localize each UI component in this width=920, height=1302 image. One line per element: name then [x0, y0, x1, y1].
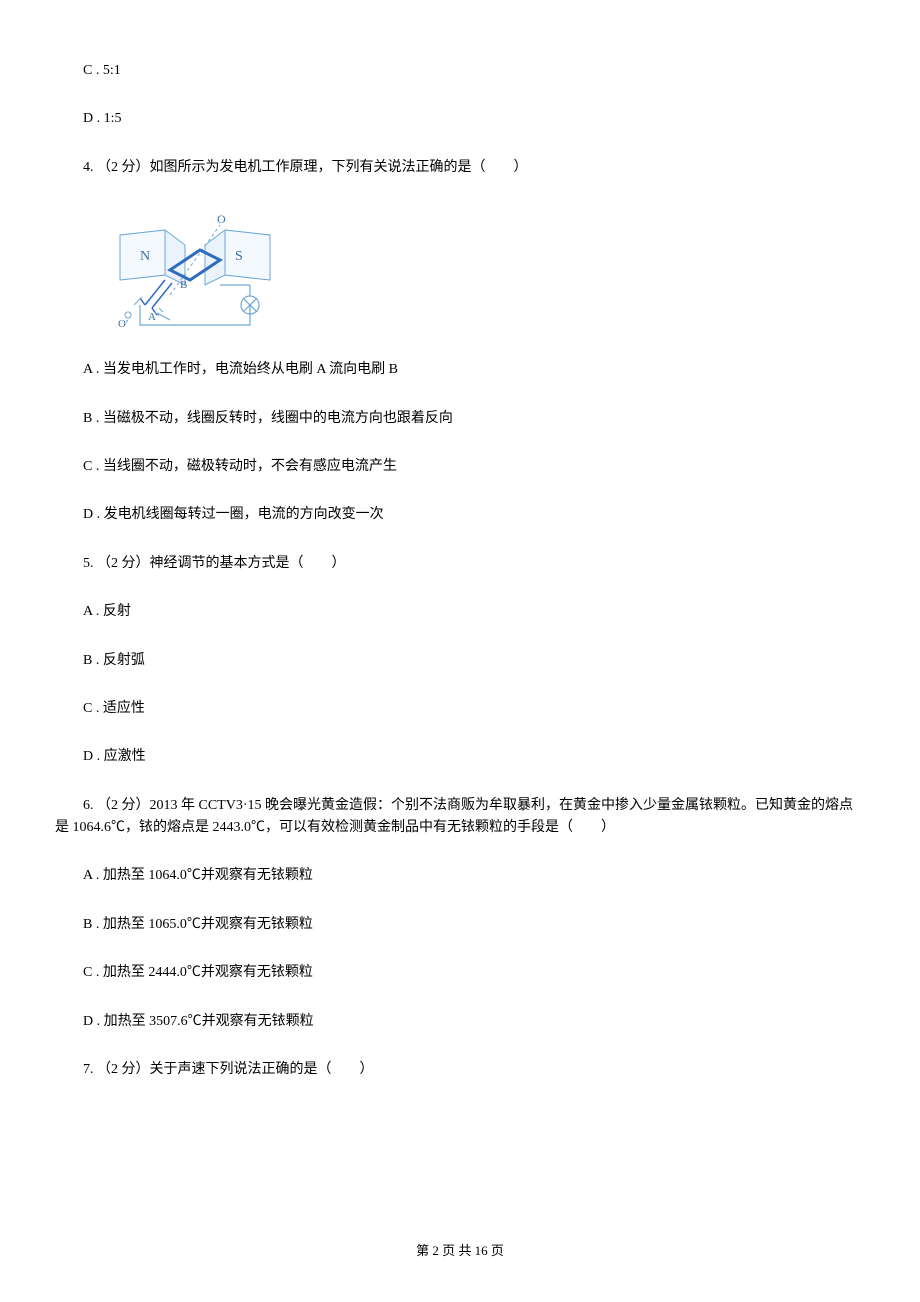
q5-option-a: A . 反射: [55, 601, 865, 623]
q4-option-d: D . 发电机线圈每转过一圈，电流的方向改变一次: [55, 504, 865, 526]
q5-option-b: B . 反射弧: [55, 650, 865, 672]
q6-option-d: D . 加热至 3507.6℃并观察有无铱颗粒: [55, 1011, 865, 1033]
q3-option-c: C . 5:1: [55, 60, 865, 82]
figure-label-n: N: [140, 249, 150, 264]
figure-label-o-bottom: O': [118, 318, 128, 330]
figure-label-a: A: [148, 311, 156, 323]
figure-label-o-top: O: [217, 212, 226, 226]
q4-stem: 4. （2 分）如图所示为发电机工作原理，下列有关说法正确的是（ ）: [55, 157, 865, 179]
q3-option-d: D . 1:5: [55, 108, 865, 130]
q6-option-a: A . 加热至 1064.0℃并观察有无铱颗粒: [55, 865, 865, 887]
q7-stem: 7. （2 分）关于声速下列说法正确的是（ ）: [55, 1059, 865, 1081]
figure-label-s: S: [235, 249, 243, 264]
q4-option-a: A . 当发电机工作时，电流始终从电刷 A 流向电刷 B: [55, 359, 865, 381]
q5-option-c: C . 适应性: [55, 698, 865, 720]
page-container: C . 5:1 D . 1:5 4. （2 分）如图所示为发电机工作原理，下列有…: [0, 0, 920, 1302]
figure-label-b: B: [180, 279, 187, 291]
q5-stem: 5. （2 分）神经调节的基本方式是（ ）: [55, 553, 865, 575]
page-footer: 第 2 页 共 16 页: [0, 1241, 920, 1262]
q4-option-c: C . 当线圈不动，磁极转动时，不会有感应电流产生: [55, 456, 865, 478]
q6-stem: 6. （2 分）2013 年 CCTV3·15 晚会曝光黄金造假：个别不法商贩为…: [55, 795, 865, 840]
q4-option-b: B . 当磁极不动，线圈反转时，线圈中的电流方向也跟着反向: [55, 408, 865, 430]
q5-option-d: D . 应激性: [55, 746, 865, 768]
q6-option-b: B . 加热至 1065.0℃并观察有无铱颗粒: [55, 914, 865, 936]
q4-figure: N S O B A: [110, 205, 280, 335]
q6-option-c: C . 加热至 2444.0℃并观察有无铱颗粒: [55, 962, 865, 984]
